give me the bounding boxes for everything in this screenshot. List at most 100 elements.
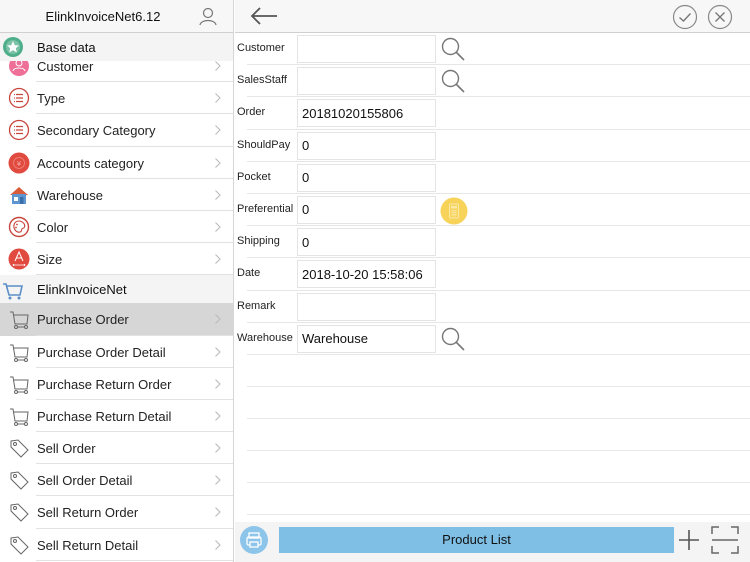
house-icon xyxy=(10,186,28,204)
sidebar-item-label: Type xyxy=(37,91,66,107)
order-form: Customer SalesStaff Order ShouldPay Pocket Pr… xyxy=(235,33,750,356)
yuan-icon: ¥ xyxy=(8,152,30,174)
tag-icon xyxy=(10,471,29,490)
remark-field[interactable] xyxy=(297,292,436,321)
sidebar-list[interactable]: Base data Customer Type Secondary Category ¥… xyxy=(0,33,233,562)
main-panel: Customer SalesStaff Order ShouldPay Pocket Pr… xyxy=(235,0,750,562)
close-x-icon[interactable] xyxy=(707,4,733,30)
salesstaff-field[interactable] xyxy=(297,67,436,96)
list-icon xyxy=(8,88,30,109)
field-label: Date xyxy=(237,267,261,280)
warehouse-field[interactable] xyxy=(297,324,436,353)
empty-row xyxy=(247,450,750,482)
chevron-right-icon xyxy=(215,378,221,389)
date-field[interactable] xyxy=(297,260,436,289)
form-row-customer: Customer xyxy=(235,33,750,66)
product-list-button[interactable]: Product List xyxy=(279,527,674,553)
search-icon[interactable] xyxy=(440,326,466,352)
sidebar-item-label: Sell Order xyxy=(37,441,96,457)
sidebar-item-warehouse[interactable]: Warehouse xyxy=(0,178,233,212)
chevron-right-icon xyxy=(215,346,221,357)
list-icon xyxy=(8,120,30,141)
print-button[interactable] xyxy=(240,526,268,554)
bottom-bar: Product List xyxy=(235,522,750,562)
sidebar-item-label: Purchase Return Order xyxy=(37,376,172,392)
sidebar-item-label: Purchase Order xyxy=(37,312,129,328)
cart-icon xyxy=(10,408,29,426)
empty-row xyxy=(247,354,750,386)
sidebar-item-sell-return-detail[interactable]: Sell Return Detail xyxy=(0,528,233,562)
sidebar-item-color[interactable]: Color xyxy=(0,210,233,244)
sidebar-item-label: Warehouse xyxy=(37,187,103,203)
chevron-right-icon xyxy=(215,61,221,71)
form-row-order: Order xyxy=(235,97,750,130)
sidebar-item-type[interactable]: Type xyxy=(0,82,233,115)
field-label: Preferential xyxy=(237,202,294,215)
field-label: Warehouse xyxy=(237,331,293,344)
chevron-right-icon xyxy=(215,507,221,518)
empty-row xyxy=(247,418,750,450)
field-label: Pocket xyxy=(237,170,271,183)
pocket-field[interactable] xyxy=(297,163,436,192)
sidebar-item-sell-return-order[interactable]: Sell Return Order xyxy=(0,496,233,529)
tag-icon xyxy=(10,503,29,523)
size-icon xyxy=(8,248,30,270)
form-row-preferential: Preferential xyxy=(235,194,750,227)
sidebar-section-header[interactable]: Base data xyxy=(0,33,233,61)
form-row-shouldpay: ShouldPay xyxy=(235,130,750,162)
chevron-right-icon xyxy=(215,410,221,421)
sidebar-item-label: Customer xyxy=(37,59,94,74)
sidebar-item-accounts-category[interactable]: ¥ Accounts category xyxy=(0,146,233,179)
chevron-right-icon xyxy=(215,157,221,168)
form-row-date: Date xyxy=(235,258,750,291)
chevron-right-icon xyxy=(215,125,221,136)
field-label: Shipping xyxy=(237,235,280,248)
sidebar-item-purchase-return-detail[interactable]: Purchase Return Detail xyxy=(0,399,233,433)
calculator-icon[interactable] xyxy=(440,197,468,225)
empty-row xyxy=(247,386,750,418)
product-list-area xyxy=(235,354,750,546)
preferential-field[interactable] xyxy=(297,195,436,224)
sidebar-item-label: Color xyxy=(37,219,69,235)
app-title: ElinkInvoiceNet6.12 xyxy=(45,9,161,24)
sidebar-item-purchase-return-order[interactable]: Purchase Return Order xyxy=(0,367,233,401)
sidebar-item-sell-order-detail[interactable]: Sell Order Detail xyxy=(0,464,233,497)
chevron-right-icon xyxy=(215,314,221,325)
sidebar-item-sell-order[interactable]: Sell Order xyxy=(0,432,233,465)
form-row-shipping: Shipping xyxy=(235,226,750,259)
scan-icon[interactable] xyxy=(710,525,740,555)
field-label: Remark xyxy=(237,299,276,312)
confirm-check-icon[interactable] xyxy=(672,4,698,30)
chevron-right-icon xyxy=(215,539,221,550)
chevron-right-icon xyxy=(215,254,221,265)
field-label: Order xyxy=(237,106,266,119)
search-icon[interactable] xyxy=(440,68,466,94)
chevron-right-icon xyxy=(215,443,221,453)
sidebar-item-label: Size xyxy=(37,252,63,268)
sidebar-item-label: Sell Return Detail xyxy=(37,537,139,553)
top-bar xyxy=(235,0,750,33)
sidebar-item-size[interactable]: Size xyxy=(0,243,233,276)
star-badge-icon xyxy=(3,37,23,57)
order-field[interactable] xyxy=(297,99,436,128)
empty-row xyxy=(247,482,750,514)
form-row-warehouse: Warehouse xyxy=(235,323,750,356)
back-arrow-icon[interactable] xyxy=(249,5,279,27)
tag-icon xyxy=(10,536,29,555)
user-icon[interactable] xyxy=(198,6,218,26)
field-label: Customer xyxy=(237,42,285,54)
chevron-right-icon xyxy=(215,93,221,104)
plus-icon[interactable] xyxy=(677,527,701,553)
sidebar-item-purchase-order-detail[interactable]: Purchase Order Detail xyxy=(0,335,233,368)
shipping-field[interactable] xyxy=(297,228,436,257)
sidebar: Base data Customer Type Secondary Category ¥… xyxy=(0,0,234,562)
sidebar-item-label: Secondary Category xyxy=(37,123,156,139)
section-label: Base data xyxy=(37,40,96,55)
cart-icon xyxy=(10,376,29,394)
sidebar-item-purchase-order[interactable]: Purchase Order xyxy=(0,303,233,336)
shouldpay-field[interactable] xyxy=(297,131,436,160)
search-icon[interactable] xyxy=(440,36,466,62)
sidebar-section-header[interactable]: ElinkInvoiceNet xyxy=(0,275,233,304)
customer-field[interactable] xyxy=(297,35,436,63)
sidebar-item-secondary-category[interactable]: Secondary Category xyxy=(0,114,233,147)
